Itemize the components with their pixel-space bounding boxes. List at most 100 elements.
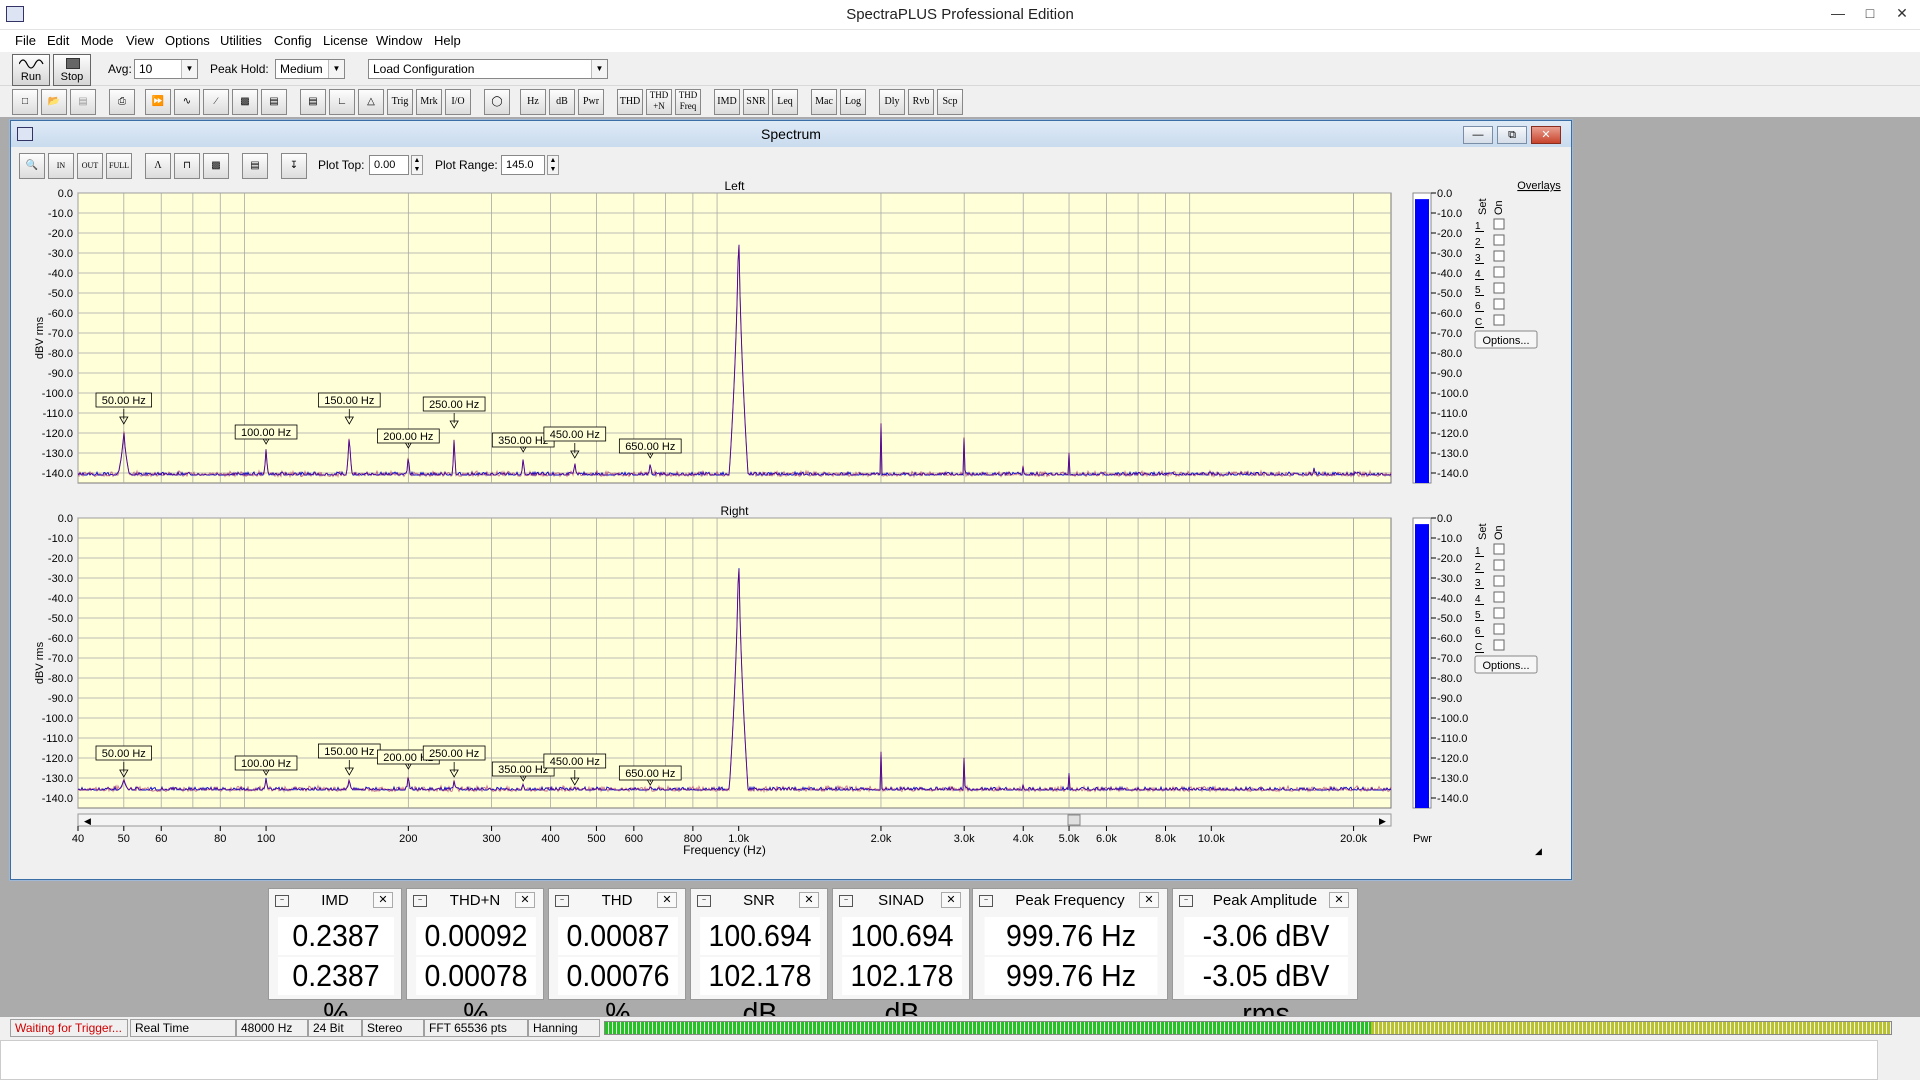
properties-icon[interactable]: ▤	[242, 153, 268, 179]
rvb-button[interactable]: Rvb	[908, 89, 934, 115]
trig-button[interactable]: Trig	[387, 89, 413, 115]
maximize-icon[interactable]: □	[1852, 0, 1888, 26]
zoom-icon[interactable]: 🔍	[19, 153, 45, 179]
y-tick-label: -40.0	[48, 268, 73, 280]
open-folder-icon[interactable]: 📂	[41, 89, 67, 115]
overlay-checkbox[interactable]	[1493, 298, 1505, 310]
menu-help[interactable]: Help	[434, 32, 461, 50]
overlay-set-underline	[1475, 572, 1484, 573]
close-icon[interactable]: ✕	[941, 892, 961, 908]
meter-value: 0.00076 %	[558, 957, 678, 1031]
zoom-out-full-icon[interactable]: FULL	[106, 153, 132, 179]
plot-top-input[interactable]: 0.00	[369, 155, 409, 175]
peak-hold-select[interactable]: Medium ▼	[275, 59, 345, 79]
hz-button[interactable]: Hz	[520, 89, 546, 115]
marker-label: 350.00 Hz	[498, 435, 548, 447]
overlay-checkbox[interactable]	[1493, 282, 1505, 294]
thdn-button[interactable]: THD +N	[646, 89, 672, 115]
mrk-button[interactable]: Mrk	[416, 89, 442, 115]
overlay-checkbox[interactable]	[1493, 250, 1505, 262]
overlay-checkbox[interactable]	[1493, 607, 1505, 619]
save-icon[interactable]: ▤	[70, 89, 96, 115]
menu-edit[interactable]: Edit	[47, 32, 69, 50]
thd-button[interactable]: THD	[617, 89, 643, 115]
minimize-icon[interactable]: —	[1463, 126, 1493, 144]
menu-config[interactable]: Config	[274, 32, 312, 50]
menu-license[interactable]: License	[323, 32, 368, 50]
close-icon[interactable]: ✕	[799, 892, 819, 908]
log-button[interactable]: Log	[840, 89, 866, 115]
chevron-down-icon: ▼	[591, 60, 607, 78]
ramp-icon[interactable]: ∕	[203, 89, 229, 115]
menu-window[interactable]: Window	[376, 32, 422, 50]
overlay-checkbox[interactable]	[1493, 591, 1505, 603]
dly-button[interactable]: Dly	[879, 89, 905, 115]
leq-button[interactable]: Leq	[772, 89, 798, 115]
plot-range-spinner[interactable]: ▲ ▼	[547, 155, 559, 175]
stop-square-icon	[66, 58, 80, 69]
overlay-checkbox[interactable]	[1493, 218, 1505, 230]
line-plot-icon[interactable]: Λ	[145, 153, 171, 179]
x-tick-label: 3.0k	[954, 833, 975, 845]
close-icon[interactable]: ✕	[373, 892, 393, 908]
config-select[interactable]: Load Configuration ▼	[368, 59, 608, 79]
fast-forward-icon[interactable]: ⏩	[145, 89, 171, 115]
close-icon[interactable]: ✕	[1531, 126, 1561, 144]
overlay-set-underline	[1475, 327, 1484, 328]
overlay-checkbox[interactable]	[1493, 314, 1505, 326]
spectrum-window-icon[interactable]	[17, 127, 33, 141]
options-label[interactable]: Options...	[1482, 335, 1529, 347]
print-icon[interactable]: ⎙	[109, 89, 135, 115]
zoom-out-2x-icon[interactable]: OUT	[77, 153, 103, 179]
overlay-checkbox[interactable]	[1493, 559, 1505, 571]
meter-value: 102.178 dB	[842, 957, 962, 1031]
db-button[interactable]: dB	[549, 89, 575, 115]
bar-tick-label: -30.0	[1437, 248, 1462, 260]
minimize-icon[interactable]: —	[1820, 0, 1856, 26]
scp-button[interactable]: Scp	[937, 89, 963, 115]
bar-plot-icon[interactable]: ▩	[203, 153, 229, 179]
overlay-checkbox[interactable]	[1493, 623, 1505, 635]
pwr-button[interactable]: Pwr	[578, 89, 604, 115]
menu-utilities[interactable]: Utilities	[220, 32, 262, 50]
3d-surface-icon[interactable]: ▤	[261, 89, 287, 115]
mac-button[interactable]: Mac	[811, 89, 837, 115]
overlay-checkbox[interactable]	[1493, 575, 1505, 587]
meter-panel-icon[interactable]: ▤	[300, 89, 326, 115]
overlay-checkbox[interactable]	[1493, 543, 1505, 555]
menu-mode[interactable]: Mode	[81, 32, 114, 50]
options-label[interactable]: Options...	[1482, 660, 1529, 672]
plot-top-spinner[interactable]: ▲ ▼	[411, 155, 423, 175]
snr-button[interactable]: SNR	[743, 89, 769, 115]
close-icon[interactable]: ✕	[1329, 892, 1349, 908]
io-button[interactable]: I/O	[445, 89, 471, 115]
plot-range-input[interactable]: 145.0	[501, 155, 545, 175]
close-icon[interactable]: ✕	[1884, 0, 1920, 26]
close-icon[interactable]: ✕	[515, 892, 535, 908]
generator-icon[interactable]: △	[358, 89, 384, 115]
spectrum-chart[interactable]: 0.0 -10.0 -20.0 -30.0 -40.0 -50.0 -60.0 -70.0 -8…	[11, 181, 1411, 873]
area-plot-icon[interactable]: ⊓	[174, 153, 200, 179]
signal-icon[interactable]: ◯	[484, 89, 510, 115]
close-icon[interactable]: ✕	[657, 892, 677, 908]
avg-select[interactable]: 10 ▼	[134, 59, 198, 79]
waveform-icon[interactable]: ∿	[174, 89, 200, 115]
axis-icon[interactable]: ∟	[329, 89, 355, 115]
thd-freq-button[interactable]: THD Freq	[675, 89, 701, 115]
overlay-checkbox[interactable]	[1493, 639, 1505, 651]
close-icon[interactable]: ✕	[1139, 892, 1159, 908]
stop-button[interactable]: Stop	[53, 54, 91, 86]
zoom-in-2x-icon[interactable]: IN	[48, 153, 74, 179]
bar-tick-label: -40.0	[1437, 268, 1462, 280]
new-file-icon[interactable]: □	[12, 89, 38, 115]
menu-view[interactable]: View	[126, 32, 154, 50]
scale-icon[interactable]: ↧	[281, 153, 307, 179]
menu-file[interactable]: File	[15, 32, 36, 50]
overlay-checkbox[interactable]	[1493, 266, 1505, 278]
restore-icon[interactable]: ⧉	[1497, 126, 1527, 144]
imd-button[interactable]: IMD	[714, 89, 740, 115]
menu-options[interactable]: Options	[165, 32, 210, 50]
overlay-checkbox[interactable]	[1493, 234, 1505, 246]
run-button[interactable]: Run	[12, 54, 50, 86]
spectrogram-icon[interactable]: ▩	[232, 89, 258, 115]
